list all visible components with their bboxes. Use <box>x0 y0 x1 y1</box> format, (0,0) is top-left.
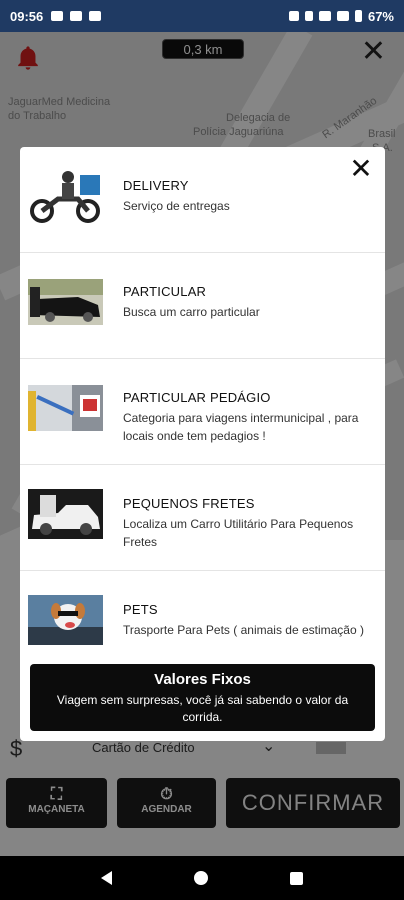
service-item-particular-pedagio[interactable]: PARTICULAR PEDÁGIO Categoria para viagen… <box>20 359 385 465</box>
service-desc: Trasporte Para Pets ( animais de estimaç… <box>123 623 364 637</box>
service-item-delivery[interactable]: DELIVERY Serviço de entregas <box>20 147 385 253</box>
alarm-icon <box>288 11 299 21</box>
service-name: PEQUENOS FRETES <box>123 496 255 511</box>
battery-icon <box>354 10 362 22</box>
service-name: DELIVERY <box>123 178 189 193</box>
voicemail-icon <box>89 11 102 21</box>
fixed-values-desc: Viagem sem surpresas, você já sai sabend… <box>56 693 349 724</box>
recent-apps-icon[interactable] <box>290 871 303 885</box>
discord-icon <box>70 11 83 21</box>
system-nav-bar <box>0 856 404 900</box>
location-icon <box>304 11 313 21</box>
service-desc: Localiza um Carro Utilitário Para Pequen… <box>123 517 354 549</box>
service-name: PETS <box>123 602 158 617</box>
service-selection-modal: ✕ DELIVERY Serviço de entregas PARTICULA… <box>20 147 385 741</box>
notification-icons <box>51 11 102 21</box>
service-desc: Busca um carro particular <box>123 305 260 319</box>
status-time: 09:56 <box>10 8 44 24</box>
system-icons: 67% <box>288 8 394 24</box>
service-desc: Serviço de entregas <box>123 199 230 213</box>
service-item-particular[interactable]: PARTICULAR Busca um carro particular <box>20 253 385 359</box>
service-item-pequenos-fretes[interactable]: PEQUENOS FRETES Localiza um Carro Utilit… <box>20 465 385 571</box>
battery-percent: 67% <box>367 8 394 24</box>
back-icon[interactable] <box>101 871 112 885</box>
wifi-icon <box>318 11 331 21</box>
toll-booth-icon <box>28 385 103 431</box>
pickup-truck-icon <box>28 489 103 539</box>
fixed-values-title: Valores Fixos <box>154 671 251 688</box>
motorcycle-delivery-icon <box>28 167 103 225</box>
service-item-pets[interactable]: PETS Trasporte Para Pets ( animais de es… <box>20 571 385 677</box>
private-car-icon <box>28 279 103 325</box>
home-icon[interactable] <box>194 871 208 885</box>
dog-in-car-icon <box>28 595 103 645</box>
signal-icon <box>336 11 349 21</box>
service-name: PARTICULAR <box>123 284 207 299</box>
car-icon <box>51 11 64 21</box>
service-name: PARTICULAR PEDÁGIO <box>123 390 271 405</box>
service-desc: Categoria para viagens intermunicipal , … <box>123 411 359 443</box>
fixed-values-banner: Valores Fixos Viagem sem surpresas, você… <box>30 664 375 731</box>
status-bar: 09:56 67% <box>0 0 404 32</box>
